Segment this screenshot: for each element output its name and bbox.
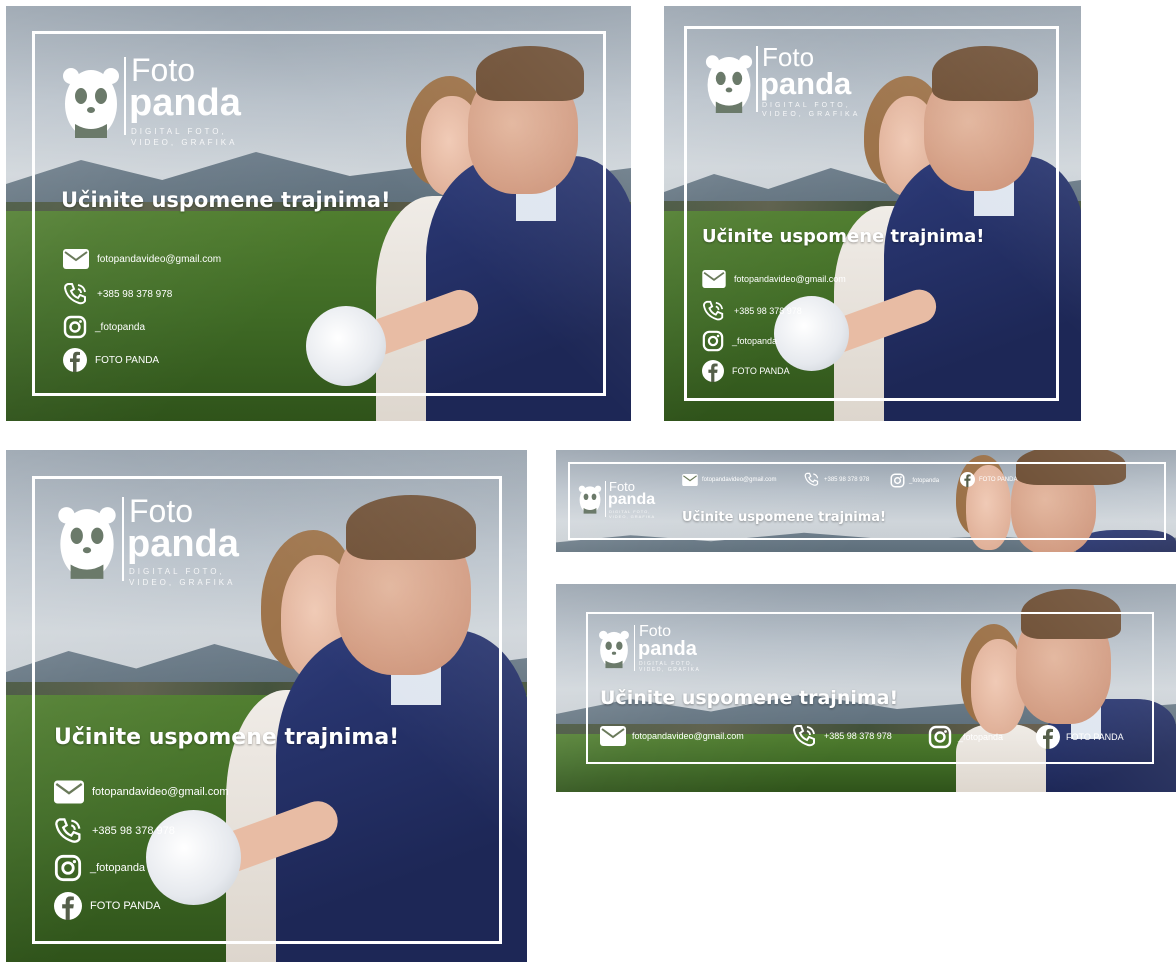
facebook-icon: [1036, 725, 1060, 749]
contact-phone[interactable]: +385 98 378 978: [54, 817, 175, 845]
contact-instagram-text: _fotopanda: [90, 862, 146, 874]
phone-icon: [792, 725, 815, 747]
panda-logo-icon: [58, 507, 116, 579]
contact-facebook-text: FOTO PANDA: [732, 366, 790, 376]
brand-tagline-2: VIDEO, GRAFIKA: [762, 111, 861, 118]
contact-facebook-text: FOTO PANDA: [95, 354, 160, 366]
brand-tagline-2: VIDEO, GRAFIKA: [639, 667, 701, 673]
contact-facebook-text: FOTO PANDA: [1066, 732, 1124, 742]
contact-email[interactable]: fotopandavideo@gmail.com: [63, 249, 221, 269]
contact-phone[interactable]: +385 98 378 978: [792, 724, 892, 748]
contact-instagram-text: _fotopanda: [732, 336, 778, 346]
contact-facebook[interactable]: FOTO PANDA: [63, 348, 159, 372]
contact-email-text: fotopandavideo@gmail.com: [632, 731, 744, 741]
instagram-icon: [890, 473, 905, 488]
brand-tagline-1: DIGITAL FOTO,: [762, 102, 851, 109]
phone-icon: [804, 472, 819, 486]
contact-facebook-text: FOTO PANDA: [90, 900, 161, 912]
brand-tagline-2: VIDEO, GRAFIKA: [129, 578, 236, 587]
panda-logo-icon: [63, 68, 119, 138]
brand-logo: Foto panda DIGITAL FOTO, VIDEO, GRAFIKA: [598, 624, 728, 679]
contact-instagram[interactable]: _fotopanda: [702, 330, 777, 352]
contact-instagram[interactable]: _fotopanda: [928, 725, 1003, 749]
instagram-icon: [54, 854, 82, 882]
contact-phone[interactable]: +385 98 378 978: [804, 472, 869, 487]
banner-landscape-large: Foto panda DIGITAL FOTO, VIDEO, GRAFIKA …: [6, 6, 631, 421]
banner-strip-wide: Foto panda DIGITAL FOTO, VIDEO, GRAFIKA …: [556, 584, 1176, 792]
headline: Učinite uspomene trajnima!: [54, 725, 400, 750]
panda-logo-icon: [599, 630, 629, 669]
facebook-icon: [63, 348, 87, 372]
contact-facebook-text: FOTO PANDA: [979, 476, 1018, 483]
contact-facebook[interactable]: FOTO PANDA: [702, 360, 790, 382]
brand-logo: Foto panda DIGITAL FOTO, VIDEO, GRAFIKA: [578, 480, 678, 525]
banner-square-medium: Foto panda DIGITAL FOTO, VIDEO, GRAFIKA …: [664, 6, 1081, 421]
contact-instagram[interactable]: _fotopanda: [54, 854, 145, 882]
panda-logo-icon: [578, 485, 602, 514]
mail-icon: [63, 249, 89, 269]
contact-facebook[interactable]: FOTO PANDA: [1036, 725, 1124, 749]
contact-email-text: fotopandavideo@gmail.com: [702, 477, 777, 483]
contact-facebook[interactable]: FOTO PANDA: [54, 892, 161, 920]
headline: Učinite uspomene trajnima!: [61, 188, 391, 212]
contact-instagram-text: _fotopanda: [95, 321, 146, 333]
phone-icon: [702, 300, 724, 321]
contact-phone[interactable]: +385 98 378 978: [702, 300, 802, 322]
contact-email-text: fotopandavideo@gmail.com: [92, 786, 229, 798]
banner-portrait: Foto panda DIGITAL FOTO, VIDEO, GRAFIKA …: [6, 450, 527, 962]
brand-tagline-2: VIDEO, GRAFIKA: [609, 514, 656, 519]
facebook-icon: [702, 360, 724, 382]
contact-email[interactable]: fotopandavideo@gmail.com: [600, 726, 744, 746]
contact-phone-text: +385 98 378 978: [97, 288, 173, 300]
contact-instagram-text: _fotopanda: [909, 477, 940, 484]
brand-logo: Foto panda DIGITAL FOTO, VIDEO, GRAFIKA: [56, 495, 276, 595]
contact-email[interactable]: fotopandavideo@gmail.com: [54, 780, 229, 804]
contact-phone[interactable]: +385 98 378 978: [63, 282, 172, 306]
contact-facebook[interactable]: FOTO PANDA: [960, 472, 1017, 487]
mail-icon: [600, 726, 626, 746]
brand-tagline-1: DIGITAL FOTO,: [131, 127, 227, 136]
contact-email[interactable]: fotopandavideo@gmail.com: [702, 270, 846, 288]
brand-panda: panda: [129, 82, 241, 124]
contact-phone-text: +385 98 378 978: [734, 306, 802, 316]
brand-tagline-1: DIGITAL FOTO,: [129, 567, 225, 576]
instagram-icon: [702, 330, 724, 352]
banner-strip-thin: Foto panda DIGITAL FOTO, VIDEO, GRAFIKA …: [556, 450, 1176, 552]
facebook-icon: [960, 472, 975, 487]
headline: Učinite uspomene trajnima!: [682, 510, 886, 525]
brand-logo: Foto panda DIGITAL FOTO, VIDEO, GRAFIKA: [704, 44, 894, 134]
mail-icon: [54, 780, 84, 804]
mail-icon: [682, 474, 698, 486]
brand-tagline-2: VIDEO, GRAFIKA: [131, 138, 238, 147]
brand-panda: panda: [638, 638, 697, 660]
headline: Učinite uspomene trajnima!: [600, 687, 899, 709]
instagram-icon: [928, 725, 952, 749]
contact-instagram[interactable]: _fotopanda: [890, 473, 939, 488]
brand-panda: panda: [127, 523, 239, 565]
facebook-icon: [54, 892, 82, 920]
brand-logo: Foto panda DIGITAL FOTO, VIDEO, GRAFIKA: [61, 54, 271, 154]
contact-instagram-text: _fotopanda: [958, 732, 1004, 742]
brand-panda: panda: [760, 66, 852, 101]
instagram-icon: [63, 315, 87, 339]
contact-phone-text: +385 98 378 978: [824, 476, 870, 483]
panda-logo-icon: [705, 55, 753, 114]
brand-panda: panda: [608, 491, 656, 508]
phone-icon: [55, 818, 81, 843]
contact-email[interactable]: fotopandavideo@gmail.com: [682, 474, 776, 486]
contact-instagram[interactable]: _fotopanda: [63, 315, 145, 339]
contact-email-text: fotopandavideo@gmail.com: [97, 253, 222, 265]
phone-icon: [63, 283, 86, 305]
headline: Učinite uspomene trajnima!: [702, 226, 985, 247]
contact-phone-text: +385 98 378 978: [824, 731, 892, 741]
contact-phone-text: +385 98 378 978: [92, 825, 175, 837]
mail-icon: [702, 270, 726, 288]
contact-email-text: fotopandavideo@gmail.com: [734, 274, 846, 284]
